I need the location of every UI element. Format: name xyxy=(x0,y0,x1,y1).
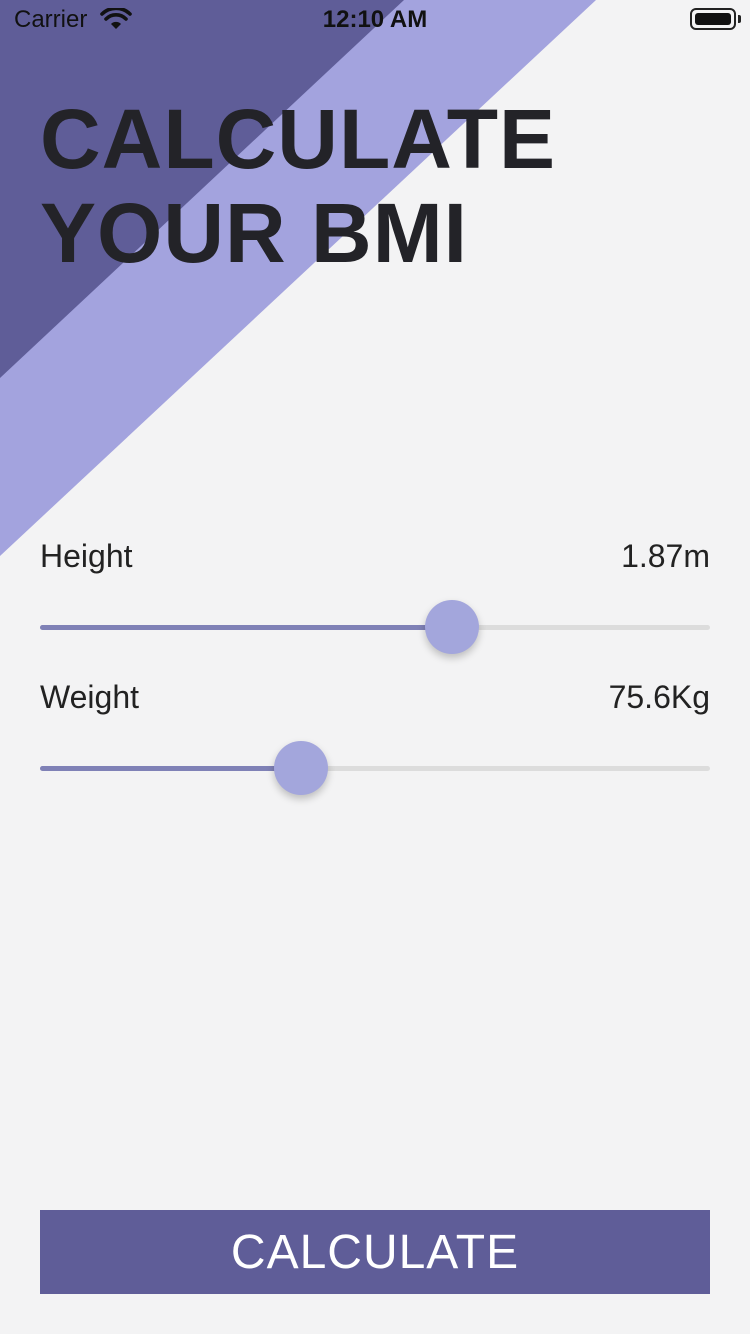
battery-cap xyxy=(738,15,741,23)
height-slider-fill xyxy=(40,625,453,630)
weight-slider[interactable] xyxy=(40,739,710,799)
height-value: 1.87m xyxy=(621,538,710,574)
clock-time: 12:10 AM xyxy=(322,6,428,33)
battery-level xyxy=(695,13,731,25)
title-line-1: CALCULATE xyxy=(40,92,557,186)
title-line-2: YOUR BMI xyxy=(40,186,468,280)
height-slider[interactable] xyxy=(40,598,710,658)
weight-label: Weight xyxy=(40,679,140,715)
page-title: CALCULATE YOUR BMI xyxy=(40,92,556,280)
height-label: Height xyxy=(40,538,133,574)
status-bar: Carrier 12:10 AM xyxy=(0,0,750,40)
weight-slider-thumb[interactable] xyxy=(274,741,329,795)
height-slider-thumb[interactable] xyxy=(425,600,480,654)
weight-slider-fill xyxy=(40,766,302,771)
weight-value: 75.6Kg xyxy=(608,679,710,715)
battery-icon xyxy=(690,8,736,30)
calculate-button[interactable]: CALCULATE xyxy=(40,1210,710,1294)
